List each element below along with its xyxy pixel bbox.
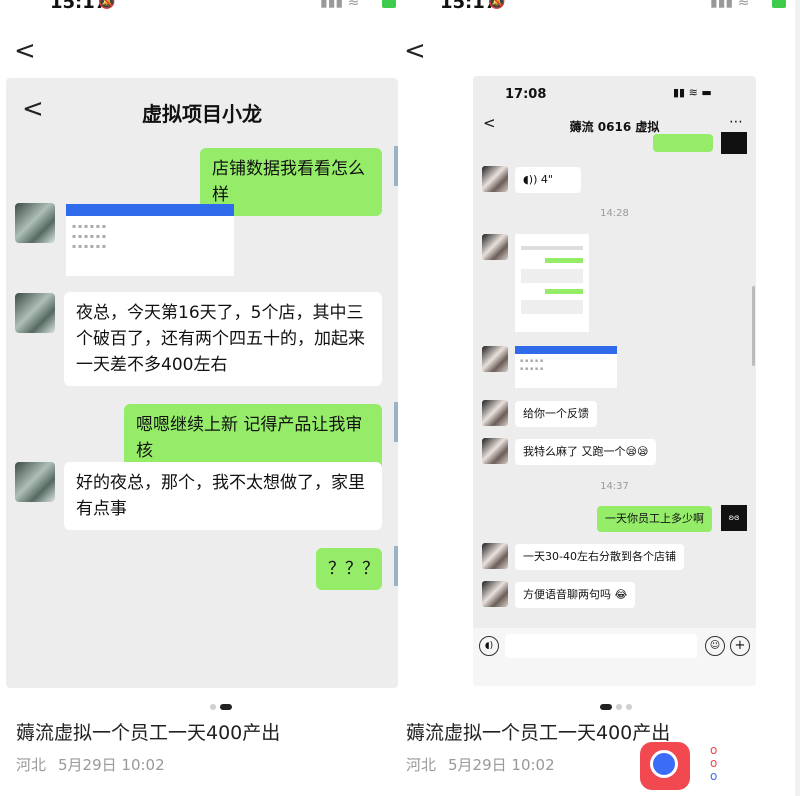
avatar [482, 166, 508, 192]
voice-icon: ◖)) [523, 173, 541, 186]
post-date: 5月29日 10:02 [58, 756, 165, 774]
chat-screenshot-right: 17:08 ▮▮ ≋ ▬ < 薅流 0616 虚拟 ⋯ ◖)) 4" 14:28… [473, 76, 756, 686]
avatar: ʚɞ [721, 505, 747, 531]
time-separator: 14:37 [600, 481, 629, 492]
chat-screenshot-left: < 虚拟项目小龙 店铺数据我看看怎么样 ▪ ▪ ▪ ▪ ▪ ▪ ▪ ▪ ▪ ▪ ▪… [6, 78, 398, 688]
more-icon[interactable]: ⋯ [729, 114, 743, 130]
avatar [482, 543, 508, 569]
chat-title: 虚拟项目小龙 [142, 102, 262, 126]
voice-message-bubble [653, 134, 713, 152]
message-bubble: 好的夜总，那个，我不太想做了，家里有点事 [64, 462, 382, 530]
back-button[interactable]: < [404, 36, 426, 66]
avatar [394, 402, 398, 442]
dots-icon: ooo [710, 743, 718, 783]
message-bubble: 我特么麻了 又跑一个😪😪 [515, 439, 657, 465]
message-bubble: 方便语音聊两句吗 😂 [515, 582, 636, 608]
voice-input-icon[interactable]: ◖) [479, 636, 499, 656]
inner-status-time: 17:08 [505, 87, 547, 102]
inner-signal-icon: ▮▮ ≋ ▬ [673, 86, 712, 99]
message-bubble: 夜总，今天第16天了，5个店，其中三个破百了，还有两个四五十的，加起来一天差不多… [64, 292, 382, 386]
time-separator: 14:28 [600, 208, 629, 219]
image-message-thumbnail [515, 234, 589, 332]
chat-title: 薅流 0616 虚拟 [569, 120, 660, 134]
avatar [394, 146, 398, 186]
battery-icon [772, 0, 786, 8]
next-post-edge [795, 0, 800, 796]
signal-icon: ▮▮▮ ≋ [320, 0, 360, 10]
page-indicator [600, 695, 636, 714]
signal-icon: ▮▮▮ ≋ [710, 0, 750, 10]
avatar [394, 546, 398, 586]
voice-message-bubble: ◖)) 4" [515, 167, 581, 193]
post-location: 河北 [16, 756, 47, 774]
avatar [15, 203, 55, 243]
message-bubble: ？？？ [316, 548, 382, 590]
scrollbar[interactable] [752, 286, 755, 366]
post-location: 河北 [406, 756, 437, 774]
avatar [721, 132, 747, 154]
voice-duration: 4" [540, 173, 553, 186]
add-icon[interactable]: + [730, 636, 750, 656]
image-message-thumbnail: ▪ ▪ ▪ ▪ ▪ ▪ ▪ ▪ ▪ ▪ [515, 346, 617, 388]
mute-icon: 🔕 [98, 0, 116, 10]
emoji-icon[interactable]: ☺ [705, 636, 725, 656]
battery-icon [382, 0, 396, 8]
post-caption: 薅流虚拟一个员工一天400产出 [406, 722, 671, 744]
avatar [482, 438, 508, 464]
post-caption: 薅流虚拟一个员工一天400产出 [16, 722, 281, 744]
avatar [482, 346, 508, 372]
avatar [15, 293, 55, 333]
avatar [482, 400, 508, 426]
page-indicator [210, 695, 236, 714]
message-bubble: 一天你员工上多少啊 [597, 506, 712, 532]
avatar [15, 462, 55, 502]
input-bar: ◖) ☺ + [473, 628, 756, 686]
camera-app-icon[interactable] [640, 742, 690, 790]
message-bubble: 给你一个反馈 [515, 401, 597, 427]
message-bubble: 一天30-40左右分散到各个店铺 [515, 544, 684, 570]
avatar [482, 234, 508, 260]
message-input[interactable] [505, 634, 697, 658]
mute-icon: 🔕 [488, 0, 506, 10]
post-date: 5月29日 10:02 [448, 756, 555, 774]
back-button[interactable]: < [14, 36, 36, 66]
avatar [482, 581, 508, 607]
image-message-thumbnail: ▪ ▪ ▪ ▪ ▪ ▪ ▪ ▪ ▪ ▪ ▪ ▪ ▪ ▪ ▪ ▪ ▪ ▪ [66, 204, 234, 276]
